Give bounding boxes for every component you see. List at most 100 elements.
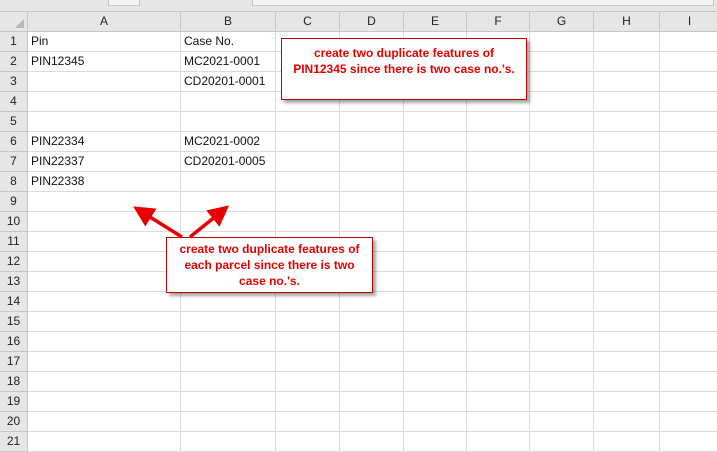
cell-f12[interactable] xyxy=(467,252,530,272)
cell-f13[interactable] xyxy=(467,272,530,292)
cell-b6[interactable]: MC2021-0002 xyxy=(181,132,276,152)
cell-c9[interactable] xyxy=(276,192,340,212)
cell-f18[interactable] xyxy=(467,372,530,392)
cell-h11[interactable] xyxy=(594,232,660,252)
cell-g8[interactable] xyxy=(530,172,594,192)
cell-b5[interactable] xyxy=(181,112,276,132)
cell-d7[interactable] xyxy=(340,152,404,172)
cell-c5[interactable] xyxy=(276,112,340,132)
cell-c17[interactable] xyxy=(276,352,340,372)
cell-b9[interactable] xyxy=(181,192,276,212)
sheet-tab[interactable] xyxy=(252,0,714,6)
cell-a11[interactable] xyxy=(28,232,181,252)
row-header-21[interactable]: 21 xyxy=(0,432,28,452)
cell-c7[interactable] xyxy=(276,152,340,172)
cell-d21[interactable] xyxy=(340,432,404,452)
cell-g19[interactable] xyxy=(530,392,594,412)
cell-g15[interactable] xyxy=(530,312,594,332)
cell-d5[interactable] xyxy=(340,112,404,132)
cell-f21[interactable] xyxy=(467,432,530,452)
row-header-20[interactable]: 20 xyxy=(0,412,28,432)
cell-g6[interactable] xyxy=(530,132,594,152)
cell-g17[interactable] xyxy=(530,352,594,372)
cell-a20[interactable] xyxy=(28,412,181,432)
cell-e11[interactable] xyxy=(404,232,467,252)
cell-e10[interactable] xyxy=(404,212,467,232)
cell-b10[interactable] xyxy=(181,212,276,232)
cell-i15[interactable] xyxy=(660,312,717,332)
cell-c6[interactable] xyxy=(276,132,340,152)
cell-h15[interactable] xyxy=(594,312,660,332)
column-header-h[interactable]: H xyxy=(594,12,660,32)
cell-b16[interactable] xyxy=(181,332,276,352)
cell-e17[interactable] xyxy=(404,352,467,372)
cell-a16[interactable] xyxy=(28,332,181,352)
row-header-13[interactable]: 13 xyxy=(0,272,28,292)
cell-e12[interactable] xyxy=(404,252,467,272)
row-header-16[interactable]: 16 xyxy=(0,332,28,352)
cell-e8[interactable] xyxy=(404,172,467,192)
cell-a9[interactable] xyxy=(28,192,181,212)
cell-e7[interactable] xyxy=(404,152,467,172)
cell-a12[interactable] xyxy=(28,252,181,272)
cell-i17[interactable] xyxy=(660,352,717,372)
sheet-tab[interactable] xyxy=(108,0,140,6)
cell-g13[interactable] xyxy=(530,272,594,292)
cell-c15[interactable] xyxy=(276,312,340,332)
cell-g11[interactable] xyxy=(530,232,594,252)
cell-b19[interactable] xyxy=(181,392,276,412)
cell-i2[interactable] xyxy=(660,52,717,72)
cell-b8[interactable] xyxy=(181,172,276,192)
row-header-11[interactable]: 11 xyxy=(0,232,28,252)
row-header-15[interactable]: 15 xyxy=(0,312,28,332)
cell-g14[interactable] xyxy=(530,292,594,312)
cell-i9[interactable] xyxy=(660,192,717,212)
cell-e20[interactable] xyxy=(404,412,467,432)
cell-f7[interactable] xyxy=(467,152,530,172)
cell-a15[interactable] xyxy=(28,312,181,332)
cell-h3[interactable] xyxy=(594,72,660,92)
cell-d9[interactable] xyxy=(340,192,404,212)
cell-i4[interactable] xyxy=(660,92,717,112)
cell-a6[interactable]: PIN22334 xyxy=(28,132,181,152)
column-header-e[interactable]: E xyxy=(404,12,467,32)
cell-d14[interactable] xyxy=(340,292,404,312)
cell-d16[interactable] xyxy=(340,332,404,352)
cell-c20[interactable] xyxy=(276,412,340,432)
cell-b14[interactable] xyxy=(181,292,276,312)
cell-d10[interactable] xyxy=(340,212,404,232)
cell-a13[interactable] xyxy=(28,272,181,292)
cell-h4[interactable] xyxy=(594,92,660,112)
cell-e15[interactable] xyxy=(404,312,467,332)
cell-a8[interactable]: PIN22338 xyxy=(28,172,181,192)
cell-f5[interactable] xyxy=(467,112,530,132)
cell-d19[interactable] xyxy=(340,392,404,412)
row-header-3[interactable]: 3 xyxy=(0,72,28,92)
row-header-12[interactable]: 12 xyxy=(0,252,28,272)
cell-f16[interactable] xyxy=(467,332,530,352)
cell-h19[interactable] xyxy=(594,392,660,412)
cell-h9[interactable] xyxy=(594,192,660,212)
cell-a17[interactable] xyxy=(28,352,181,372)
cell-b20[interactable] xyxy=(181,412,276,432)
cell-h13[interactable] xyxy=(594,272,660,292)
cell-d17[interactable] xyxy=(340,352,404,372)
cell-i19[interactable] xyxy=(660,392,717,412)
cell-a5[interactable] xyxy=(28,112,181,132)
row-header-9[interactable]: 9 xyxy=(0,192,28,212)
row-header-2[interactable]: 2 xyxy=(0,52,28,72)
cell-b15[interactable] xyxy=(181,312,276,332)
cell-g2[interactable] xyxy=(530,52,594,72)
cell-g16[interactable] xyxy=(530,332,594,352)
row-header-8[interactable]: 8 xyxy=(0,172,28,192)
cell-b1[interactable]: Case No. xyxy=(181,32,276,52)
cell-a2[interactable]: PIN12345 xyxy=(28,52,181,72)
cell-c19[interactable] xyxy=(276,392,340,412)
cell-h1[interactable] xyxy=(594,32,660,52)
cell-g18[interactable] xyxy=(530,372,594,392)
cell-d6[interactable] xyxy=(340,132,404,152)
column-header-a[interactable]: A xyxy=(28,12,181,32)
cell-i6[interactable] xyxy=(660,132,717,152)
column-header-d[interactable]: D xyxy=(340,12,404,32)
cell-f14[interactable] xyxy=(467,292,530,312)
